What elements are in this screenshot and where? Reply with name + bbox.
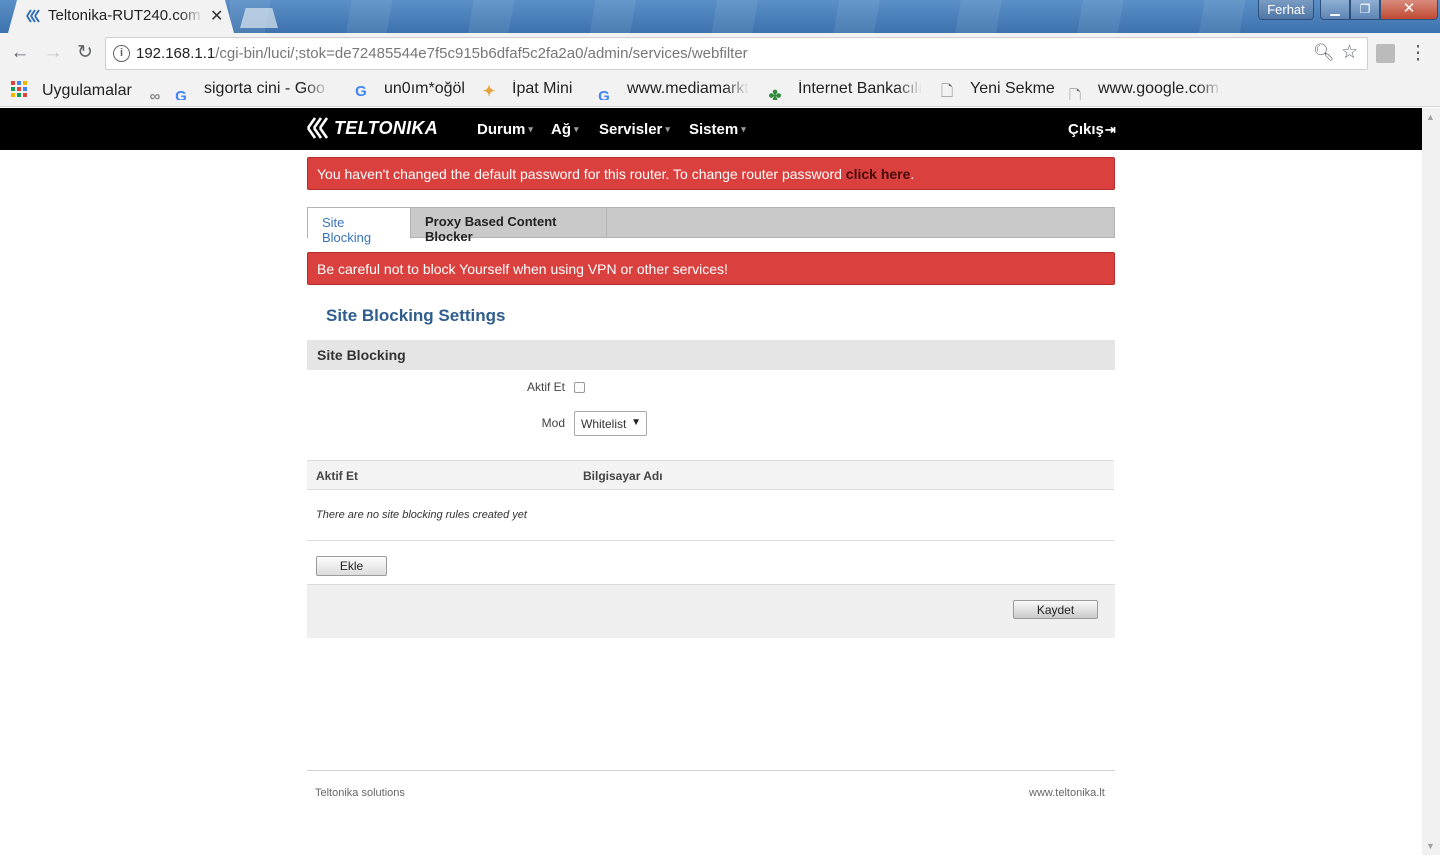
save-button[interactable]: Kaydet — [1013, 600, 1098, 619]
bookmark-item[interactable]: ✤ İnternet Bankacılı — [766, 80, 922, 100]
teltonika-logo[interactable]: TELTONIKA — [306, 114, 442, 142]
restore-icon[interactable]: ❐ — [1350, 0, 1380, 20]
minimize-icon[interactable]: ▁ — [1320, 0, 1350, 20]
top-navbar: TELTONIKA Durum ▾ Ağ ▾ Servisler ▾ Sistem ▾ … — [0, 108, 1422, 150]
caret-down-icon: ▾ — [574, 124, 579, 134]
apps-grid-icon — [10, 80, 28, 98]
menu-status-label: Durum — [477, 121, 526, 138]
change-password-link[interactable]: click here — [846, 166, 911, 182]
menu-network-label: Ağ — [551, 121, 571, 138]
section-header: Site Blocking — [307, 340, 1115, 370]
caret-down-icon: ▾ — [528, 124, 533, 134]
star-multicolor-icon: ✦ — [482, 83, 496, 100]
address-bar[interactable]: i 192.168.1.1/cgi-bin/luci/;stok=de72485… — [105, 37, 1368, 70]
window-titlebar: Teltonika-RUT240.com ✕ Ferhat ▁ ❐ ✕ — [0, 0, 1440, 33]
alert-text: You haven't changed the default password… — [317, 166, 846, 182]
bookmark-label: Uygulamalar — [42, 82, 132, 99]
content-tabs: Site Blocking Proxy Based Content Blocke… — [307, 207, 1115, 245]
back-arrow-icon[interactable]: ← — [10, 43, 30, 63]
dropdown-arrow-icon: ▼ — [631, 417, 641, 428]
url-text[interactable]: 192.168.1.1/cgi-bin/luci/;stok=de7248554… — [136, 45, 748, 62]
bookmark-label: sigorta cini - Goo — [204, 80, 325, 97]
bookmark-item[interactable]: 🗋 www.google.com. — [1066, 80, 1222, 100]
mode-select-value: Whitelist — [581, 417, 627, 431]
url-host: 192.168.1.1 — [136, 45, 216, 62]
window-user-badge[interactable]: Ferhat — [1258, 0, 1314, 20]
google-icon: G — [175, 88, 187, 100]
bookmark-item[interactable]: 🗋 Yeni Sekme — [938, 80, 1055, 100]
logout-link[interactable]: Çıkış⇥ — [1068, 121, 1116, 138]
logout-icon: ⇥ — [1104, 122, 1116, 137]
browser-tab-title: Teltonika-RUT240.com — [48, 7, 201, 24]
page-scrollbar[interactable]: ▲ ▼ — [1422, 108, 1440, 855]
reload-icon[interactable]: ↻ — [75, 43, 95, 63]
bookmark-item[interactable]: Gun0ım*oğöl — [352, 80, 465, 100]
logo-text: TELTONIKA — [334, 118, 439, 138]
enable-label: Aktif Et — [526, 380, 565, 394]
tab-site-blocking[interactable]: Site Blocking — [307, 207, 411, 245]
bookmark-label: Yeni Sekme — [970, 80, 1055, 97]
browser-toolbar: ← → ↻ i 192.168.1.1/cgi-bin/luci/;stok=d… — [0, 33, 1440, 74]
bookmark-label: www.google.com. — [1098, 80, 1222, 97]
column-header-hostname: Bilgisayar Adı — [583, 469, 663, 483]
url-path: /cgi-bin/luci/;stok=de72485544e7f5c915b6… — [215, 45, 748, 62]
bookmarks-bar: Uygulamalar ∞ Gsigorta cini - Goo Gun0ım*… — [0, 74, 1440, 107]
column-header-enable: Aktif Et — [316, 469, 358, 483]
menu-services[interactable]: Servisler ▾ — [599, 121, 670, 138]
bookmark-star-icon[interactable]: ☆ — [1341, 41, 1358, 64]
tab-proxy-content-blocker[interactable]: Proxy Based Content Blocker — [411, 207, 607, 244]
bookmark-label: İpat Mini — [512, 80, 573, 97]
divider — [307, 540, 1114, 541]
scroll-up-icon[interactable]: ▲ — [1426, 112, 1435, 122]
menu-system-label: Sistem — [689, 121, 739, 138]
caret-down-icon: ▾ — [741, 124, 746, 134]
caret-down-icon: ▾ — [665, 124, 670, 134]
bookmark-item[interactable]: Gwww.mediamarkt — [595, 80, 749, 100]
mode-label: Mod — [541, 416, 565, 430]
window-close-icon[interactable]: ✕ — [1380, 0, 1438, 20]
pdf-extension-icon[interactable] — [1376, 44, 1395, 63]
tab-close-icon[interactable]: ✕ — [210, 6, 223, 26]
divider — [307, 770, 1115, 771]
forward-arrow-icon[interactable]: → — [43, 43, 63, 63]
bookmark-apps[interactable]: Uygulamalar — [10, 80, 132, 100]
footer-website-link[interactable]: www.teltonika.lt — [1029, 787, 1105, 799]
clover-icon: ✤ — [768, 88, 782, 100]
bookmark-item[interactable]: ✦ İpat Mini — [480, 80, 573, 100]
vpn-warning-alert: Be careful not to block Yourself when us… — [307, 252, 1115, 285]
teltonika-favicon-icon — [26, 9, 40, 23]
new-tab-button[interactable] — [240, 8, 278, 28]
page-content: TELTONIKA Durum ▾ Ağ ▾ Servisler ▾ Sistem ▾ … — [0, 108, 1422, 855]
zoom-icon[interactable]: 🔍︎ — [1313, 43, 1335, 63]
add-rule-button[interactable]: Ekle — [316, 556, 387, 576]
scroll-down-icon[interactable]: ▼ — [1426, 841, 1435, 851]
page-title: Site Blocking Settings — [326, 306, 506, 325]
bookmark-glyph-icon: ∞ — [149, 88, 161, 100]
bookmark-label: www.mediamarkt — [627, 80, 749, 97]
google-icon: G — [355, 83, 367, 100]
site-info-icon[interactable]: i — [113, 45, 130, 62]
page-icon: 🗋 — [1068, 88, 1082, 100]
bookmark-label: İnternet Bankacılı — [798, 80, 922, 97]
menu-services-label: Servisler — [599, 121, 663, 138]
empty-table-message: There are no site blocking rules created… — [316, 509, 527, 521]
menu-status[interactable]: Durum ▾ — [477, 121, 533, 138]
bookmark-label: un0ım*oğöl — [384, 80, 465, 97]
titlebar-background — [230, 0, 1260, 33]
browser-menu-icon[interactable]: ⋮ — [1408, 42, 1428, 65]
footer-company: Teltonika solutions — [315, 787, 405, 799]
google-icon: G — [598, 88, 610, 100]
default-password-alert: You haven't changed the default password… — [307, 157, 1115, 190]
page-icon: 🗋 — [940, 83, 954, 100]
browser-tab-active[interactable]: Teltonika-RUT240.com ✕ — [8, 0, 234, 33]
alert-end: . — [910, 166, 915, 182]
bookmark-item[interactable]: ∞ Gsigorta cini - Goo — [146, 80, 340, 100]
enable-checkbox[interactable] — [574, 382, 585, 393]
menu-system[interactable]: Sistem ▾ — [689, 121, 746, 138]
menu-network[interactable]: Ağ ▾ — [551, 121, 579, 138]
rules-table-header: Aktif Et Bilgisayar Adı — [307, 460, 1114, 490]
mode-select[interactable]: Whitelist ▼ — [574, 411, 647, 436]
logout-label: Çıkış — [1068, 121, 1104, 138]
form-actions-bar — [307, 584, 1115, 638]
